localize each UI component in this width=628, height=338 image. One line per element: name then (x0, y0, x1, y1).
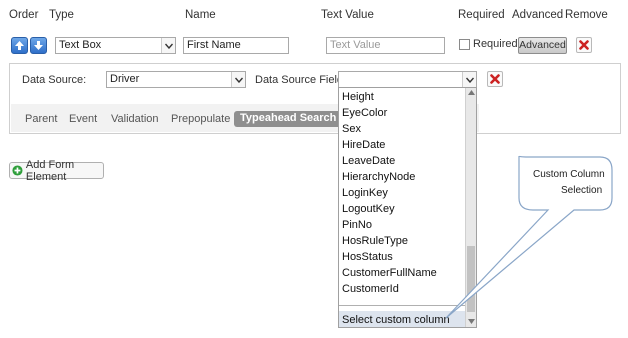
callout-line-1: Custom Column (533, 169, 605, 180)
callout-line-2: Selection (561, 185, 603, 196)
